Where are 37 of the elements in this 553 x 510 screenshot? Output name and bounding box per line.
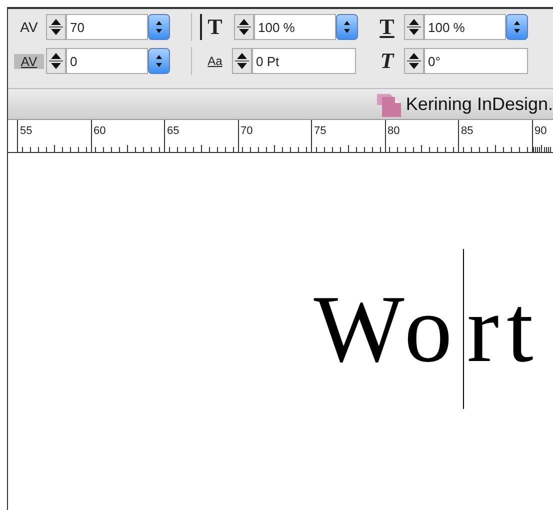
input-field[interactable]: 100 % xyxy=(424,14,506,40)
input-field[interactable]: 0° xyxy=(424,48,528,74)
ruler-label: 90 xyxy=(534,124,547,138)
ruler-label: 75 xyxy=(313,124,326,138)
input-field[interactable]: 0 Pt xyxy=(252,48,356,74)
up-down-arrows-icon xyxy=(343,20,351,34)
document-title[interactable]: Kerining InDesign. xyxy=(406,94,553,114)
input-field[interactable]: 100 % xyxy=(254,14,336,40)
stepper-arrows[interactable] xyxy=(234,14,254,40)
stepper-arrows[interactable] xyxy=(404,48,424,74)
kerning-icon: AV xyxy=(14,19,44,35)
dropdown-button[interactable] xyxy=(148,14,170,40)
ruler-label: 60 xyxy=(92,124,106,138)
dropdown-button[interactable] xyxy=(336,14,358,40)
baseline-shift-icon: Aa xyxy=(200,54,230,68)
ruler-label: 85 xyxy=(460,124,474,138)
dropdown-button[interactable] xyxy=(148,48,170,74)
input-field[interactable]: 70 xyxy=(66,14,148,40)
stepper-arrows[interactable] xyxy=(404,14,424,40)
text-after-cursor: rt xyxy=(466,281,541,377)
horizontal-scale-icon: T xyxy=(372,14,402,40)
tracking-icon: AV xyxy=(14,54,44,68)
text-before-cursor: Wo xyxy=(314,281,460,377)
ruler-label: 55 xyxy=(19,124,32,138)
input-field[interactable]: 0 xyxy=(66,48,148,74)
up-down-arrows-icon xyxy=(155,54,163,68)
stepper-arrows[interactable] xyxy=(46,14,66,40)
ruler-label: 65 xyxy=(166,124,180,138)
skew-icon: T xyxy=(372,48,402,74)
ruler-label: 80 xyxy=(386,124,400,138)
stepper-arrows[interactable] xyxy=(46,48,66,74)
document-icon xyxy=(376,91,402,117)
stepper-arrows[interactable] xyxy=(232,48,252,74)
up-down-arrows-icon xyxy=(155,20,163,34)
dropdown-button[interactable] xyxy=(506,14,528,40)
ruler-label: 70 xyxy=(240,124,253,138)
up-down-arrows-icon xyxy=(513,20,521,34)
